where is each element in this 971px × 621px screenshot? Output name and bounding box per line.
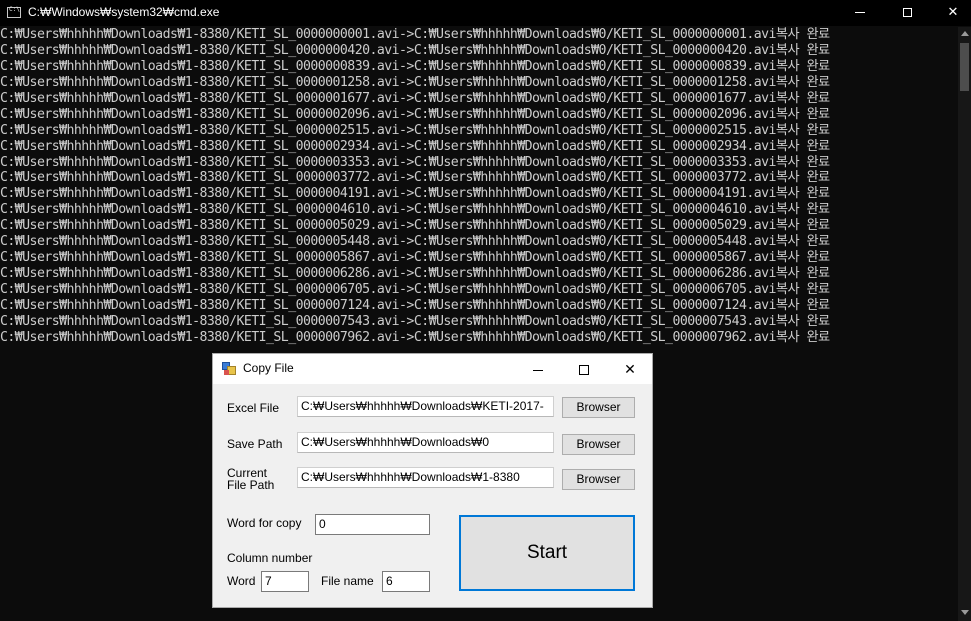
- minimize-icon: [533, 369, 543, 371]
- minimize-icon: [855, 12, 865, 13]
- console-line: C:₩Users₩hhhhh₩Downloads₩1-8380/KETI_SL_…: [0, 90, 830, 106]
- console-line: C:₩Users₩hhhhh₩Downloads₩1-8380/KETI_SL_…: [0, 106, 830, 122]
- word-for-copy-field[interactable]: 0: [315, 514, 430, 535]
- cmd-titlebar[interactable]: C:₩Windows₩system32₩cmd.exe ✕: [0, 0, 971, 26]
- file-name-column-field[interactable]: 6: [382, 571, 430, 592]
- cmd-window-title: C:₩Windows₩system32₩cmd.exe: [28, 5, 220, 19]
- scroll-down-arrow-icon[interactable]: [961, 610, 969, 615]
- copy-file-dialog: Copy File ✕ Excel File C:₩Users₩hhhhh₩Do…: [212, 353, 653, 608]
- excel-file-field[interactable]: C:₩Users₩hhhhh₩Downloads₩KETI-2017-: [297, 396, 554, 417]
- console-line: C:₩Users₩hhhhh₩Downloads₩1-8380/KETI_SL_…: [0, 313, 830, 329]
- column-number-label: Column number: [227, 551, 313, 565]
- dialog-minimize-button[interactable]: [515, 354, 561, 384]
- current-file-path-label-line2: File Path: [227, 478, 275, 492]
- console-line: C:₩Users₩hhhhh₩Downloads₩1-8380/KETI_SL_…: [0, 234, 830, 250]
- console-line: C:₩Users₩hhhhh₩Downloads₩1-8380/KETI_SL_…: [0, 186, 830, 202]
- excel-file-label: Excel File: [227, 401, 280, 415]
- console-line: C:₩Users₩hhhhh₩Downloads₩1-8380/KETI_SL_…: [0, 170, 830, 186]
- console-line: C:₩Users₩hhhhh₩Downloads₩1-8380/KETI_SL_…: [0, 202, 830, 218]
- console-icon: [7, 6, 21, 18]
- scroll-up-arrow-icon[interactable]: [961, 31, 969, 36]
- maximize-icon: [579, 365, 589, 376]
- close-icon: ✕: [624, 361, 636, 377]
- console-line: C:₩Users₩hhhhh₩Downloads₩1-8380/KETI_SL_…: [0, 58, 830, 74]
- file-name-column-label: File name: [321, 574, 374, 588]
- console-line: C:₩Users₩hhhhh₩Downloads₩1-8380/KETI_SL_…: [0, 218, 830, 234]
- console-line: C:₩Users₩hhhhh₩Downloads₩1-8380/KETI_SL_…: [0, 138, 830, 154]
- dialog-title: Copy File: [243, 361, 294, 375]
- excel-browse-button[interactable]: Browser: [562, 397, 635, 418]
- close-icon: ✕: [947, 5, 959, 20]
- console-scrollbar[interactable]: [958, 27, 971, 621]
- scrollbar-thumb[interactable]: [960, 43, 969, 91]
- dialog-close-button[interactable]: ✕: [607, 354, 653, 384]
- winforms-app-icon: [222, 362, 236, 375]
- dialog-maximize-button[interactable]: [561, 354, 607, 384]
- cmd-close-button[interactable]: ✕: [930, 0, 971, 26]
- save-path-field[interactable]: C:₩Users₩hhhhh₩Downloads₩0: [297, 432, 554, 453]
- console-line: C:₩Users₩hhhhh₩Downloads₩1-8380/KETI_SL_…: [0, 27, 830, 42]
- console-line: C:₩Users₩hhhhh₩Downloads₩1-8380/KETI_SL_…: [0, 297, 830, 313]
- console-line: C:₩Users₩hhhhh₩Downloads₩1-8380/KETI_SL_…: [0, 329, 830, 345]
- word-column-label: Word: [227, 574, 256, 588]
- start-button[interactable]: Start: [459, 515, 635, 591]
- current-file-path-field[interactable]: C:₩Users₩hhhhh₩Downloads₩1-8380: [297, 467, 554, 488]
- cmd-minimize-button[interactable]: [837, 0, 883, 26]
- word-for-copy-label: Word for copy: [227, 516, 302, 530]
- console-line: C:₩Users₩hhhhh₩Downloads₩1-8380/KETI_SL_…: [0, 42, 830, 58]
- console-line: C:₩Users₩hhhhh₩Downloads₩1-8380/KETI_SL_…: [0, 266, 830, 282]
- console-line: C:₩Users₩hhhhh₩Downloads₩1-8380/KETI_SL_…: [0, 282, 830, 297]
- current-file-path-browse-button[interactable]: Browser: [562, 469, 635, 490]
- save-path-browse-button[interactable]: Browser: [562, 434, 635, 455]
- maximize-icon: [902, 8, 912, 17]
- console-line: C:₩Users₩hhhhh₩Downloads₩1-8380/KETI_SL_…: [0, 122, 830, 138]
- dialog-titlebar[interactable]: Copy File ✕: [213, 354, 652, 384]
- console-line: C:₩Users₩hhhhh₩Downloads₩1-8380/KETI_SL_…: [0, 74, 830, 90]
- resize-grip-icon[interactable]: [642, 597, 652, 607]
- cmd-maximize-button[interactable]: [884, 0, 930, 26]
- save-path-label: Save Path: [227, 437, 283, 451]
- console-line: C:₩Users₩hhhhh₩Downloads₩1-8380/KETI_SL_…: [0, 250, 830, 266]
- word-column-field[interactable]: 7: [261, 571, 309, 592]
- console-line: C:₩Users₩hhhhh₩Downloads₩1-8380/KETI_SL_…: [0, 154, 830, 170]
